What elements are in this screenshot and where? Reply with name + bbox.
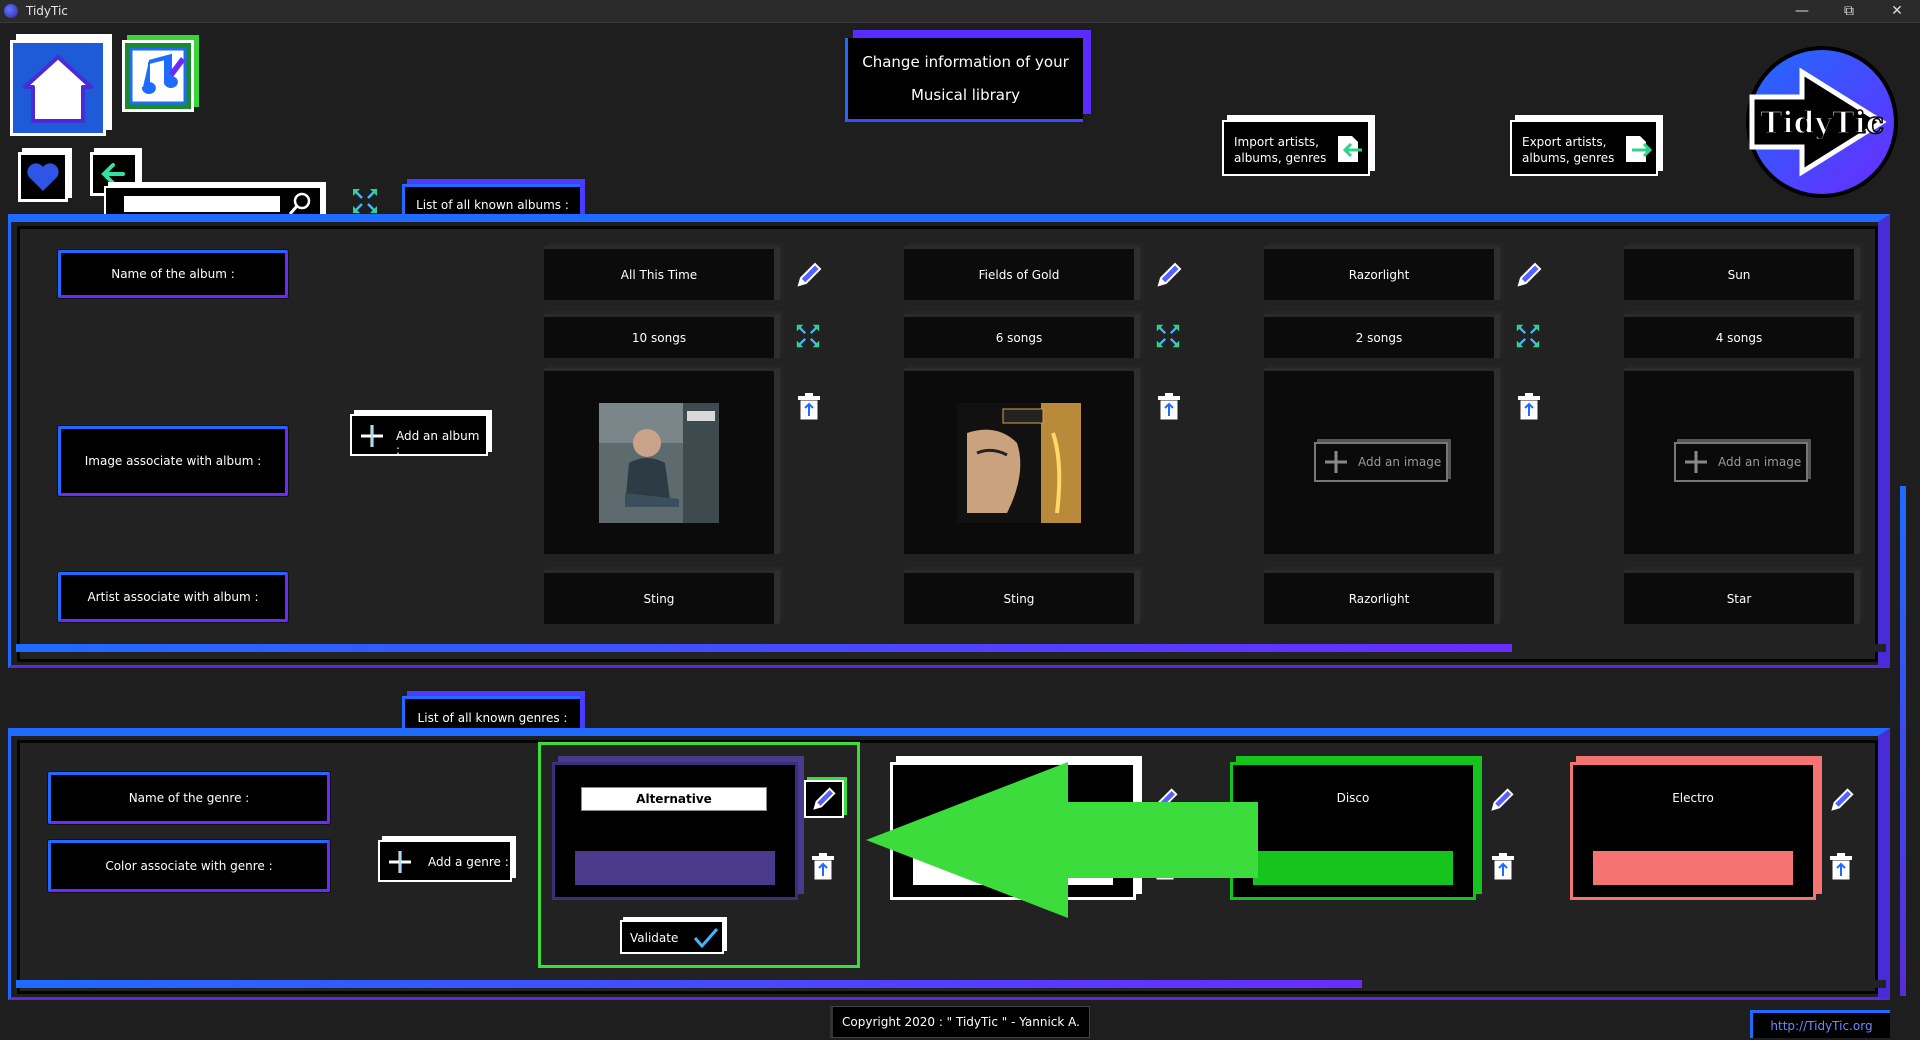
minimize-icon[interactable]: — <box>1781 0 1823 23</box>
genre-edit-button[interactable] <box>804 780 844 818</box>
trash-icon[interactable] <box>1516 392 1542 422</box>
add-genre-label: Add a genre : <box>428 855 509 869</box>
music-note-icon <box>129 47 187 105</box>
trash-icon[interactable] <box>1156 392 1182 422</box>
plus-icon <box>389 851 411 873</box>
page-title: Change information of your Musical libra… <box>845 38 1083 122</box>
page-title-line1: Change information of your <box>862 53 1069 72</box>
window-titlebar: TidyTic — ⧉ ✕ <box>0 0 1920 23</box>
album-cover-image <box>599 402 719 523</box>
edit-pencil-icon[interactable] <box>794 260 824 290</box>
trash-icon[interactable] <box>1490 852 1516 882</box>
trash-icon[interactable] <box>810 852 836 882</box>
album-artist-cell: Sting <box>904 570 1140 624</box>
trash-icon[interactable] <box>796 392 822 422</box>
plus-icon <box>1685 451 1707 473</box>
restore-icon[interactable]: ⧉ <box>1828 0 1870 23</box>
heart-icon <box>27 163 59 191</box>
export-icon <box>1626 136 1652 162</box>
genres-scroll-track[interactable] <box>16 980 1886 988</box>
album-name-cell: Razorlight <box>1264 246 1500 300</box>
genre-name: Disco <box>1336 791 1370 805</box>
genres-scroll-thumb[interactable] <box>16 980 1363 988</box>
album-songs-cell: 6 songs <box>904 314 1140 358</box>
genre-card[interactable]: Disco <box>1230 762 1476 900</box>
album-artist-cell: Sting <box>544 570 780 624</box>
edit-pencil-icon[interactable] <box>1828 786 1856 814</box>
add-album-button[interactable]: Add an album : <box>350 414 488 457</box>
album-songs-cell: 2 songs <box>1264 314 1500 358</box>
genre-color-swatch[interactable] <box>1593 851 1793 885</box>
album-name-cell: All This Time <box>544 246 780 300</box>
expand-arrows-icon[interactable] <box>1154 322 1182 350</box>
album-artist-cell: Razorlight <box>1264 570 1500 624</box>
app-icon <box>4 4 18 18</box>
add-image-button[interactable]: Add an image <box>1314 442 1448 482</box>
expand-arrows-icon[interactable] <box>350 186 380 216</box>
edit-pencil-icon[interactable] <box>1514 260 1544 290</box>
add-genre-button[interactable]: Add a genre : <box>378 840 512 882</box>
tidytic-logo: TidyTic <box>1742 42 1902 202</box>
add-album-label: Add an album : <box>396 429 480 457</box>
page-title-line2: Musical library <box>910 85 1021 104</box>
expand-arrows-icon[interactable] <box>1514 322 1542 350</box>
import-button[interactable]: Import artists, albums, genres <box>1222 120 1370 176</box>
genre-name-row-label: Name of the genre : <box>48 772 330 824</box>
export-button[interactable]: Export artists, albums, genres <box>1510 120 1658 176</box>
album-songs-cell: 4 songs <box>1624 314 1860 358</box>
validate-button[interactable]: Validate <box>620 920 724 954</box>
home-icon <box>13 43 103 133</box>
album-image-cell <box>544 368 780 554</box>
music-library-button[interactable] <box>122 40 194 112</box>
genre-card-editing <box>552 762 798 900</box>
footer-link[interactable]: http://TidyTic.org <box>1750 1010 1890 1038</box>
genre-color-swatch[interactable] <box>575 851 775 885</box>
genre-card[interactable]: Electro <box>1570 762 1816 900</box>
favorites-button[interactable] <box>18 152 68 202</box>
checkmark-icon <box>693 928 719 949</box>
album-name-row-label: Name of the album : <box>58 250 288 298</box>
page-vertical-scrollbar[interactable] <box>1900 486 1906 996</box>
plus-icon <box>1325 451 1347 473</box>
search-input[interactable] <box>124 196 280 212</box>
import-label: Import artists, albums, genres <box>1234 135 1327 165</box>
close-icon[interactable]: ✕ <box>1876 0 1918 23</box>
export-label: Export artists, albums, genres <box>1522 135 1615 165</box>
annotation-arrow-left <box>866 762 1258 918</box>
album-artist-row-label: Artist associate with album : <box>58 572 288 622</box>
home-button[interactable] <box>10 40 106 136</box>
album-image-cell <box>904 368 1140 554</box>
edit-pencil-icon[interactable] <box>1154 260 1184 290</box>
footer-copyright: Copyright 2020 : " TidyTic " - Yannick A… <box>830 1006 1090 1038</box>
validate-label: Validate <box>630 931 679 945</box>
album-cover-image <box>957 402 1081 523</box>
genre-name: Electro <box>1672 791 1714 805</box>
album-name-cell: Sun <box>1624 246 1860 300</box>
plus-icon <box>361 425 383 447</box>
expand-arrows-icon[interactable] <box>794 322 822 350</box>
album-artist-cell: Star <box>1624 570 1860 624</box>
edit-pencil-icon <box>813 787 836 810</box>
albums-scroll-thumb[interactable] <box>16 644 1512 652</box>
edit-pencil-icon[interactable] <box>1488 786 1516 814</box>
genre-name-input[interactable] <box>581 787 767 811</box>
album-name-cell: Fields of Gold <box>904 246 1140 300</box>
window-title: TidyTic <box>26 4 68 18</box>
add-image-label: Add an image <box>1358 455 1442 469</box>
albums-scroll-track[interactable] <box>16 644 1886 652</box>
album-image-row-label: Image associate with album : <box>58 426 288 496</box>
genre-color-swatch[interactable] <box>1253 851 1453 885</box>
add-image-label: Add an image <box>1718 455 1802 469</box>
trash-icon[interactable] <box>1828 852 1854 882</box>
logo-text: TidyTic <box>1759 105 1885 142</box>
add-image-button[interactable]: Add an image <box>1674 442 1808 482</box>
genre-color-row-label: Color associate with genre : <box>48 840 330 892</box>
import-icon <box>1338 136 1362 162</box>
album-songs-cell: 10 songs <box>544 314 780 358</box>
